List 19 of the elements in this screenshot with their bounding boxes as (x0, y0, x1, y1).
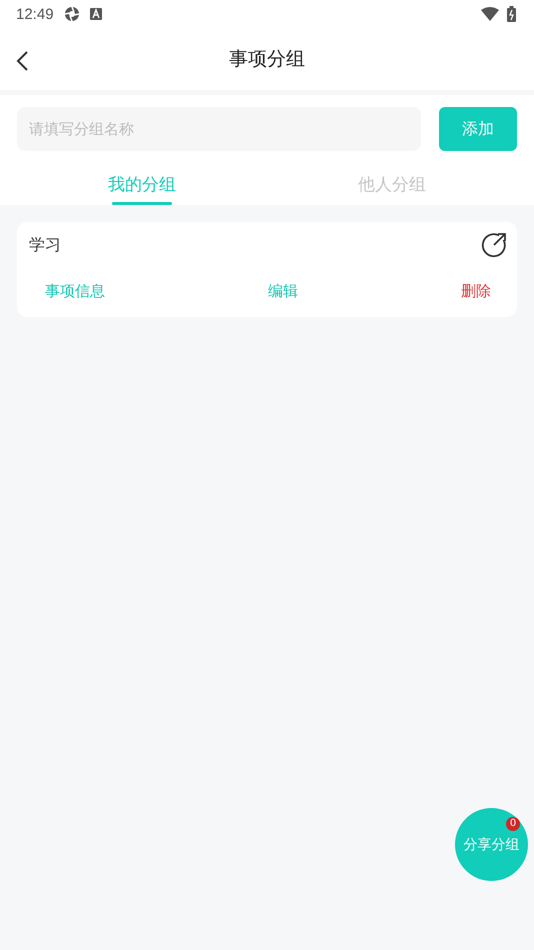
battery-icon (507, 6, 516, 22)
page-title: 事项分组 (229, 47, 305, 72)
group-action-link[interactable]: 删除 (461, 282, 491, 301)
share-icon[interactable] (481, 232, 507, 258)
tab[interactable]: 我的分组 (108, 173, 176, 196)
add-button[interactable]: 添加 (439, 107, 517, 151)
group-action-link[interactable]: 事项信息 (45, 282, 105, 301)
back-icon[interactable] (15, 50, 29, 72)
count-badge: 0 (506, 817, 520, 831)
tab[interactable]: 他人分组 (358, 173, 426, 196)
share-group-button[interactable]: 分享分组 0 (455, 808, 528, 881)
a-letter-icon (90, 8, 102, 20)
aperture-icon (64, 6, 80, 22)
tab-indicator (112, 202, 172, 205)
group-name-field[interactable]: 请填写分组名称 (17, 107, 421, 151)
group-name: 学习 (29, 234, 61, 256)
group-action-link[interactable]: 编辑 (268, 282, 298, 301)
status-time: 12:49 (16, 6, 54, 22)
wifi-icon (481, 7, 499, 21)
